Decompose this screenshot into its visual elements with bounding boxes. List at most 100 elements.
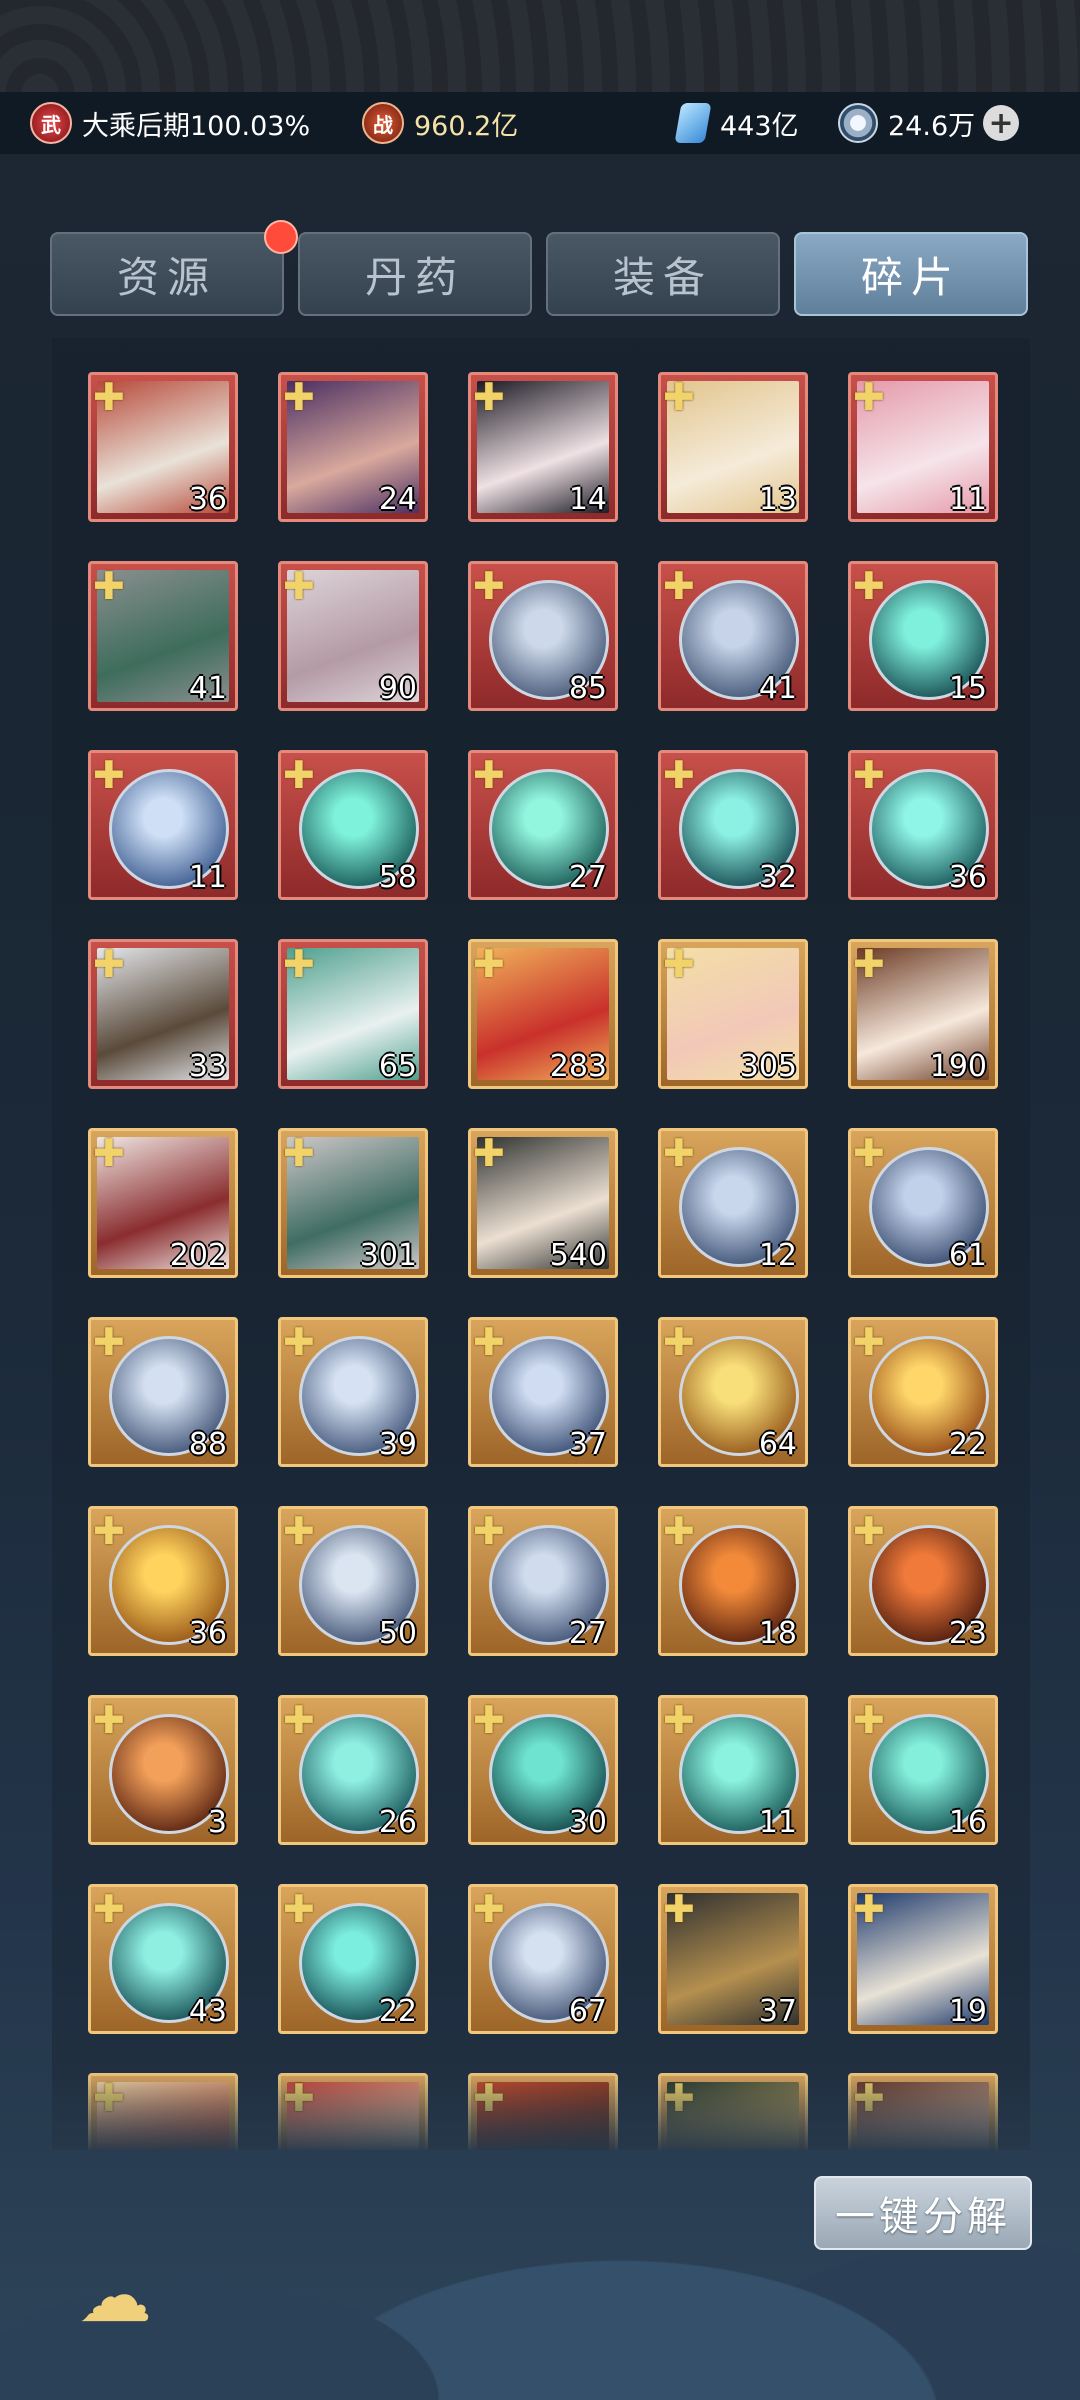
fragment-count: 11: [758, 1805, 797, 1840]
fragment-count: 67: [568, 1994, 607, 2029]
fragment-tile[interactable]: ✚ 11: [658, 1695, 808, 1845]
fragment-count: 15: [948, 671, 987, 706]
puzzle-piece-icon: ✚: [853, 564, 885, 608]
fragment-tile[interactable]: ✚ 41: [658, 561, 808, 711]
fragment-tile[interactable]: ✚ 36: [88, 372, 238, 522]
fragment-tile[interactable]: ✚ 32: [658, 750, 808, 900]
fragment-tile[interactable]: ✚ 12: [658, 1128, 808, 1278]
gem-value: 443亿: [720, 110, 799, 142]
puzzle-piece-icon: ✚: [853, 1698, 885, 1742]
fragment-count: 540: [549, 1238, 607, 1273]
tab-equipment[interactable]: 装备: [546, 232, 780, 316]
tab-pills[interactable]: 丹药: [298, 232, 532, 316]
puzzle-piece-icon: ✚: [283, 1509, 315, 1553]
fragment-tile[interactable]: ✚ 305: [658, 939, 808, 1089]
add-currency-button[interactable]: +: [983, 105, 1020, 141]
fragment-tile[interactable]: ✚ 301: [278, 1128, 428, 1278]
fragment-count: 33: [188, 1049, 227, 1084]
puzzle-piece-icon: ✚: [283, 1698, 315, 1742]
fragment-tile[interactable]: ✚ 24: [278, 372, 428, 522]
puzzle-piece-icon: ✚: [853, 942, 885, 986]
fragment-tile[interactable]: ✚ 85: [468, 561, 618, 711]
puzzle-piece-icon: ✚: [473, 1887, 505, 1931]
one-key-decompose-button[interactable]: 一键分解: [814, 2176, 1032, 2250]
fragment-tile[interactable]: ✚ 202: [88, 1128, 238, 1278]
fragment-tile[interactable]: ✚ 11: [88, 750, 238, 900]
cloud-icon[interactable]: ☁: [52, 2259, 178, 2333]
fragment-tile[interactable]: ✚ 16: [848, 1695, 998, 1845]
fragment-tile[interactable]: ✚ 88: [88, 1317, 238, 1467]
tab-resources[interactable]: 资源: [50, 232, 284, 316]
puzzle-piece-icon: ✚: [473, 1698, 505, 1742]
fragment-count: 41: [188, 671, 227, 706]
fragment-count: 305: [739, 1049, 797, 1084]
fragment-tile[interactable]: ✚ 33: [88, 939, 238, 1089]
fragment-count: 27: [568, 1616, 607, 1651]
fragment-count: 65: [378, 1049, 417, 1084]
fragment-count: 36: [188, 482, 227, 517]
fragment-count: 14: [568, 482, 607, 517]
status-bar: 武 大乘后期100.03% 战 960.2亿 443亿 24.6万 +: [0, 92, 1080, 154]
puzzle-piece-icon: ✚: [853, 1131, 885, 1175]
fragment-count: 50: [378, 1616, 417, 1651]
fragment-tile[interactable]: ✚ 27: [468, 750, 618, 900]
fragment-tile[interactable]: ✚ 22: [848, 1317, 998, 1467]
fragment-count: 85: [568, 671, 607, 706]
fragment-tile[interactable]: ✚ 3: [88, 1695, 238, 1845]
fragment-tile[interactable]: ✚ 65: [278, 939, 428, 1089]
puzzle-piece-icon: ✚: [93, 1887, 125, 1931]
puzzle-piece-icon: ✚: [853, 375, 885, 419]
fragment-tile[interactable]: ✚ 190: [848, 939, 998, 1089]
fragment-tile[interactable]: ✚ 27: [468, 1506, 618, 1656]
fragment-count: 36: [948, 860, 987, 895]
fragment-tile[interactable]: ✚ 50: [278, 1506, 428, 1656]
fragment-tile[interactable]: ✚ 37: [468, 1317, 618, 1467]
puzzle-piece-icon: ✚: [663, 564, 695, 608]
fragment-tile[interactable]: ✚ 58: [278, 750, 428, 900]
puzzle-piece-icon: ✚: [473, 375, 505, 419]
fragment-count: 16: [948, 1805, 987, 1840]
realm-text: 大乘后期100.03%: [82, 110, 311, 142]
puzzle-piece-icon: ✚: [473, 1509, 505, 1553]
fragment-count: 90: [378, 671, 417, 706]
fragment-tile[interactable]: ✚ 39: [278, 1317, 428, 1467]
fragment-count: 301: [359, 1238, 417, 1273]
puzzle-piece-icon: ✚: [853, 1887, 885, 1931]
fragment-tile[interactable]: ✚ 30: [468, 1695, 618, 1845]
fragment-tile[interactable]: ✚ 19: [848, 1884, 998, 2034]
tab-fragments[interactable]: 碎片: [794, 232, 1028, 316]
fragment-tile[interactable]: ✚ 15: [848, 561, 998, 711]
fragment-count: 24: [378, 482, 417, 517]
fragment-tile[interactable]: ✚ 41: [88, 561, 238, 711]
fragment-tile[interactable]: ✚ 67: [468, 1884, 618, 2034]
fragment-tile[interactable]: ✚ 36: [88, 1506, 238, 1656]
fragment-tile[interactable]: ✚ 23: [848, 1506, 998, 1656]
fragment-tile[interactable]: ✚ 14: [468, 372, 618, 522]
puzzle-piece-icon: ✚: [663, 375, 695, 419]
fragment-count: 27: [568, 860, 607, 895]
fragment-tile[interactable]: ✚ 18: [658, 1506, 808, 1656]
fragment-tile[interactable]: ✚ 13: [658, 372, 808, 522]
fragment-count: 30: [568, 1805, 607, 1840]
fragment-tile[interactable]: ✚ 11: [848, 372, 998, 522]
fragment-tile[interactable]: ✚ 283: [468, 939, 618, 1089]
fragment-tile[interactable]: ✚ 26: [278, 1695, 428, 1845]
fragment-tile[interactable]: ✚ 22: [278, 1884, 428, 2034]
fragment-count: 11: [948, 482, 987, 517]
fragment-count: 202: [169, 1238, 227, 1273]
puzzle-piece-icon: ✚: [283, 564, 315, 608]
puzzle-piece-icon: ✚: [283, 1887, 315, 1931]
fragment-tile[interactable]: ✚ 61: [848, 1128, 998, 1278]
coin-stat: 24.6万 +: [838, 92, 1020, 154]
fragment-tile[interactable]: ✚ 37: [658, 1884, 808, 2034]
fragment-tile[interactable]: ✚ 90: [278, 561, 428, 711]
fragment-tile[interactable]: ✚ 36: [848, 750, 998, 900]
fragment-count: 3: [207, 1805, 227, 1840]
fragment-tile[interactable]: ✚ 540: [468, 1128, 618, 1278]
fragment-count: 11: [188, 860, 227, 895]
fragment-tile[interactable]: ✚ 43: [88, 1884, 238, 2034]
fragment-tile[interactable]: ✚ 64: [658, 1317, 808, 1467]
category-tabs: 资源 丹药 装备 碎片: [50, 220, 1030, 316]
puzzle-piece-icon: ✚: [663, 1131, 695, 1175]
puzzle-piece-icon: ✚: [283, 753, 315, 797]
